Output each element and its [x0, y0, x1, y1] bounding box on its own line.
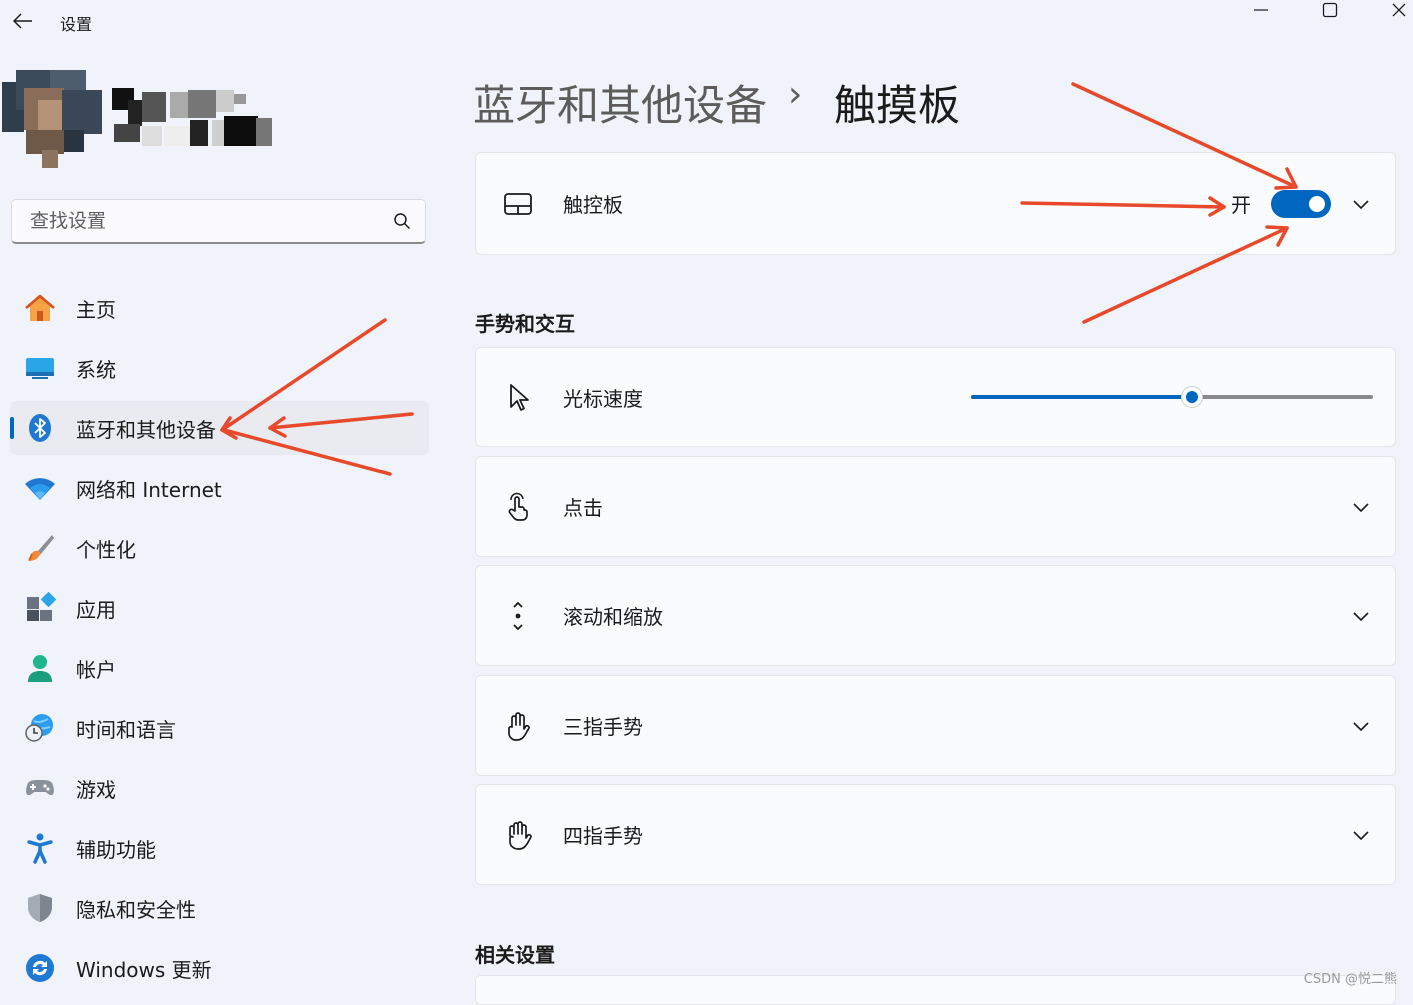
four-finger-label: 四指手势 [563, 824, 643, 848]
close-button[interactable] [1376, 0, 1413, 20]
search-box[interactable] [11, 199, 426, 244]
minimize-icon [1254, 9, 1268, 11]
wifi-icon [23, 471, 57, 505]
chevron-down-icon[interactable] [1349, 192, 1373, 216]
related-settings-card[interactable] [475, 975, 1396, 1005]
chevron-down-icon[interactable] [1349, 714, 1373, 738]
tap-label: 点击 [563, 496, 603, 520]
nav-label: 应用 [76, 597, 116, 622]
nav-label: 辅助功能 [76, 837, 156, 862]
app-title: 设置 [60, 15, 93, 34]
slider-thumb[interactable] [1181, 386, 1204, 408]
maximize-icon [1322, 2, 1338, 18]
chevron-down-icon[interactable] [1349, 823, 1373, 847]
three-finger-label: 三指手势 [563, 715, 643, 739]
scroll-arrows-icon [501, 599, 535, 633]
avatar[interactable] [2, 70, 272, 170]
nav-label: 系统 [76, 357, 116, 382]
scroll-zoom-label: 滚动和缩放 [563, 605, 663, 629]
tap-card[interactable]: 点击 [475, 456, 1396, 557]
section-heading-related: 相关设置 [475, 943, 555, 967]
search-icon[interactable] [393, 212, 411, 230]
touchpad-card[interactable]: 触控板 开 [475, 152, 1396, 255]
cursor-speed-label: 光标速度 [563, 386, 643, 411]
nav-item-bluetooth[interactable]: 蓝牙和其他设备 [10, 401, 429, 455]
search-input[interactable] [28, 209, 393, 233]
accessibility-icon [23, 831, 57, 865]
tap-hand-icon [501, 490, 535, 524]
toggle-state-label: 开 [1231, 193, 1251, 217]
close-icon [1392, 3, 1406, 17]
monitor-icon [23, 351, 57, 385]
back-button[interactable] [8, 6, 38, 36]
three-finger-card[interactable]: 三指手势 [475, 675, 1396, 776]
nav-item-gaming[interactable]: 游戏 [10, 761, 429, 815]
scroll-zoom-card[interactable]: 滚动和缩放 [475, 565, 1396, 666]
chevron-down-icon[interactable] [1349, 495, 1373, 519]
cursor-icon [501, 380, 535, 414]
slider-fill [971, 395, 1193, 399]
touchpad-toggle[interactable] [1271, 189, 1331, 218]
home-icon [23, 291, 57, 325]
nav-item-privacy[interactable]: 隐私和安全性 [10, 881, 429, 935]
nav-item-accessibility[interactable]: 辅助功能 [10, 821, 429, 875]
breadcrumb-separator: › [788, 74, 803, 115]
bluetooth-icon [23, 411, 57, 445]
nav-label: 网络和 Internet [76, 477, 222, 502]
touchpad-icon [501, 187, 535, 221]
minimize-button[interactable] [1238, 0, 1284, 20]
nav-item-windows-update[interactable]: Windows 更新 [10, 941, 429, 995]
shield-icon [23, 891, 57, 925]
selection-indicator [10, 417, 14, 439]
nav-item-personalization[interactable]: 个性化 [10, 521, 429, 575]
nav-label: 时间和语言 [76, 717, 176, 742]
nav-item-network[interactable]: 网络和 Internet [10, 461, 429, 515]
section-heading-gestures: 手势和交互 [475, 312, 575, 336]
breadcrumb-parent[interactable]: 蓝牙和其他设备 [473, 72, 767, 133]
chevron-down-icon[interactable] [1349, 604, 1373, 628]
person-icon [23, 651, 57, 685]
nav-item-home[interactable]: 主页 [10, 281, 429, 335]
nav-label: 游戏 [76, 777, 116, 802]
four-finger-card[interactable]: 四指手势 [475, 784, 1396, 885]
paintbrush-icon [23, 531, 57, 565]
nav-item-accounts[interactable]: 帐户 [10, 641, 429, 695]
three-finger-hand-icon [501, 709, 535, 743]
nav-label: 主页 [76, 297, 116, 322]
nav-item-time-language[interactable]: 时间和语言 [10, 701, 429, 755]
cursor-speed-slider[interactable] [971, 386, 1373, 408]
nav-label: 隐私和安全性 [76, 897, 196, 922]
nav-item-apps[interactable]: 应用 [10, 581, 429, 635]
nav-label: 帐户 [76, 657, 116, 682]
watermark: CSDN @悦二熊 [1303, 972, 1397, 987]
cursor-speed-card: 光标速度 [475, 347, 1396, 447]
four-finger-hand-icon [501, 818, 535, 852]
nav-label: 个性化 [76, 537, 136, 562]
maximize-button[interactable] [1307, 0, 1353, 20]
nav-item-system[interactable]: 系统 [10, 341, 429, 395]
touchpad-label: 触控板 [563, 193, 623, 217]
gamepad-icon [23, 771, 57, 805]
update-icon [23, 951, 57, 985]
page-title: 触摸板 [834, 81, 961, 130]
globe-clock-icon [23, 711, 57, 745]
toggle-knob [1309, 195, 1325, 212]
arrow-left-icon [13, 13, 32, 29]
nav-label: 蓝牙和其他设备 [76, 417, 216, 442]
apps-icon [23, 591, 57, 625]
nav-label: Windows 更新 [76, 957, 212, 982]
